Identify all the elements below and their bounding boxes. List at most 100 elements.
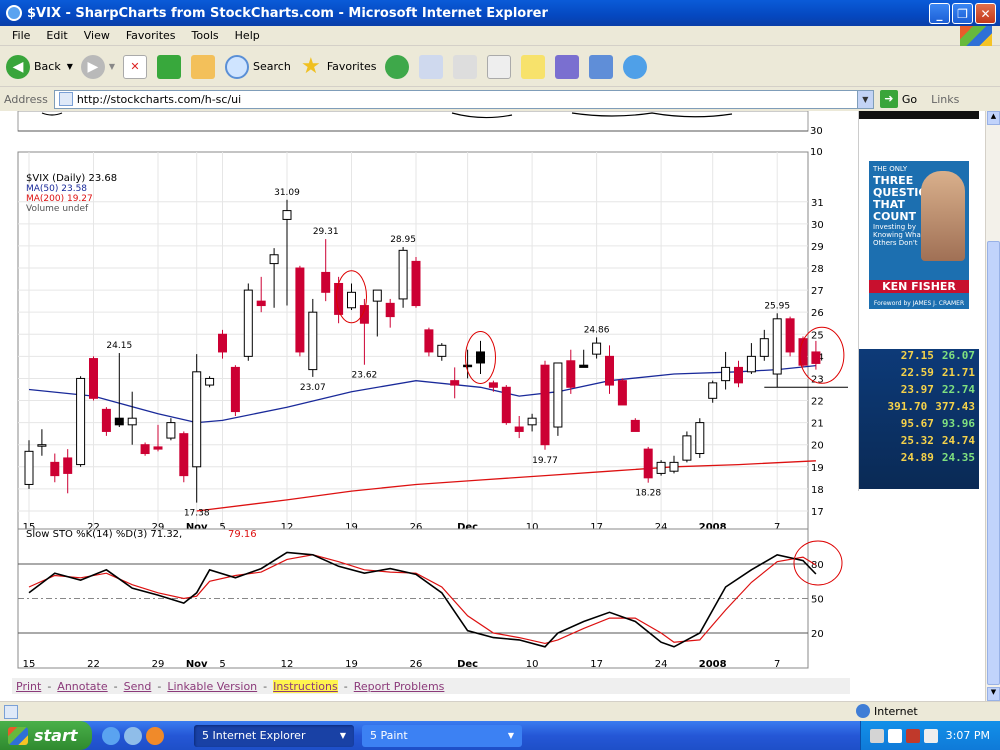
candle-body xyxy=(746,355,756,373)
price-value-label: 19.77 xyxy=(532,456,558,466)
tray-app-icon[interactable] xyxy=(905,728,920,743)
instructions-link[interactable]: Instructions xyxy=(273,679,338,693)
vertical-scrollbar[interactable]: ▲ ▼ xyxy=(985,111,1000,701)
price-tick-label: 23 xyxy=(811,374,824,385)
price-panel-frame xyxy=(17,151,809,533)
annotate-link[interactable]: Annotate xyxy=(57,680,107,693)
system-tray: 3:07 PM xyxy=(860,721,1000,750)
forward-arrow-icon: ▶ xyxy=(80,54,105,79)
candle-body xyxy=(437,344,447,357)
menu-view[interactable]: View xyxy=(76,29,118,42)
candle-body xyxy=(630,419,640,432)
stoch-d-value: 79.16 xyxy=(228,529,257,540)
menu-help[interactable]: Help xyxy=(227,29,268,42)
back-dropdown-icon[interactable]: ▼ xyxy=(67,62,73,71)
refresh-icon[interactable] xyxy=(157,54,182,79)
book-ad[interactable]: THE ONLY THREE QUESTIONS THAT COUNT Inve… xyxy=(869,161,969,309)
address-input[interactable]: http://stockcharts.com/h-sc/ui ▼ xyxy=(53,89,874,109)
candle-body xyxy=(811,351,821,364)
legend-ma50: MA(50) 23.58 xyxy=(26,184,87,194)
ticker-value: 24.74 xyxy=(941,434,975,447)
scroll-down-icon[interactable]: ▼ xyxy=(987,687,1000,701)
page-icon xyxy=(58,92,73,106)
candle-body xyxy=(669,461,679,472)
candle-body xyxy=(295,267,305,353)
tray-app-icon[interactable] xyxy=(887,728,902,743)
status-bar: Internet xyxy=(0,701,1000,721)
scroll-thumb[interactable] xyxy=(987,241,1000,685)
maximize-button[interactable]: ❐ xyxy=(952,3,973,24)
quick-launch xyxy=(102,726,164,745)
messenger-icon[interactable] xyxy=(622,54,647,79)
price-tick-label: 27 xyxy=(811,286,824,297)
forward-button[interactable]: ▶ ▼ xyxy=(80,54,115,79)
media-quicklaunch-icon[interactable] xyxy=(146,726,164,745)
edit-icon[interactable] xyxy=(486,54,511,79)
scroll-up-icon[interactable]: ▲ xyxy=(987,111,1000,125)
address-label: Address xyxy=(4,92,48,106)
send-link[interactable]: Send xyxy=(124,680,152,693)
history-icon[interactable] xyxy=(384,54,409,79)
research-icon[interactable] xyxy=(554,54,579,79)
taskbar-ie-group[interactable]: 5 Internet Explorer ▼ xyxy=(194,724,354,747)
stoch-x-tick-label: Dec xyxy=(457,659,478,670)
clock: 3:07 PM xyxy=(945,729,990,742)
mail-icon[interactable] xyxy=(418,54,443,79)
taskbar-paint-group[interactable]: 5 Paint ▼ xyxy=(362,724,522,747)
ticker-row: 27.15 26.07 xyxy=(859,349,979,366)
desktop-quicklaunch-icon[interactable] xyxy=(124,726,142,745)
print-icon[interactable] xyxy=(452,54,477,79)
menu-bar: File Edit View Favorites Tools Help xyxy=(0,26,1000,46)
print-link[interactable]: Print xyxy=(16,680,41,693)
back-button[interactable]: ◀ Back ▼ xyxy=(6,54,73,79)
close-button[interactable]: ✕ xyxy=(975,3,996,24)
candle-body xyxy=(140,444,150,455)
menu-edit[interactable]: Edit xyxy=(38,29,75,42)
start-button[interactable]: start xyxy=(0,721,92,750)
status-page-icon xyxy=(4,704,18,719)
ticker-value: 391.70 xyxy=(887,400,928,413)
candle-body xyxy=(450,380,460,386)
stop-icon[interactable]: ✕ xyxy=(123,54,148,79)
tray-app-icon[interactable] xyxy=(923,728,938,743)
favorites-button[interactable]: ★ Favorites xyxy=(299,54,377,79)
menu-tools[interactable]: Tools xyxy=(184,29,227,42)
price-tick-label: 26 xyxy=(811,308,824,319)
price-tick-label: 18 xyxy=(811,485,824,496)
price-value-label: 24.15 xyxy=(106,341,132,351)
back-arrow-icon: ◀ xyxy=(6,54,30,79)
go-button[interactable]: ➜ Go xyxy=(879,90,917,108)
report-problems-link[interactable]: Report Problems xyxy=(354,680,445,693)
zone-label: Internet xyxy=(874,704,918,718)
ie-quicklaunch-icon[interactable] xyxy=(102,726,120,745)
linkable-version-link[interactable]: Linkable Version xyxy=(167,680,257,693)
candle-body xyxy=(501,386,511,424)
address-dropdown-icon[interactable]: ▼ xyxy=(856,90,873,108)
candle-body xyxy=(347,291,356,309)
home-icon[interactable] xyxy=(191,54,216,79)
candle-body xyxy=(63,457,73,474)
candle-body xyxy=(695,422,705,455)
media-icon[interactable] xyxy=(588,54,613,79)
chart-svg: 30 10 17 18 19 20 21 22 23 24 25 26 27 28 29 30 31 $VIX (… xyxy=(17,110,848,670)
price-tick-label: 29 xyxy=(811,242,824,253)
ticker-row: 23.97 22.74 xyxy=(859,383,979,400)
candle-body xyxy=(359,305,369,324)
candle-body xyxy=(540,364,550,446)
links-button[interactable]: Links xyxy=(931,93,959,106)
ticker-value: 22.74 xyxy=(941,383,975,396)
tray-app-icon[interactable] xyxy=(869,728,884,743)
menu-file[interactable]: File xyxy=(4,29,38,42)
minimize-button[interactable]: _ xyxy=(929,3,950,24)
stoch-x-tick-label: 12 xyxy=(281,659,294,670)
stoch-tick-label: 20 xyxy=(811,629,824,640)
search-button[interactable]: Search xyxy=(225,54,291,79)
forward-dropdown-icon[interactable]: ▼ xyxy=(109,62,115,71)
candle-body xyxy=(398,249,408,300)
notes-icon[interactable] xyxy=(520,54,545,79)
advertisement[interactable]: THE ONLY THREE QUESTIONS THAT COUNT Inve… xyxy=(858,111,979,491)
menu-favorites[interactable]: Favorites xyxy=(118,29,184,42)
price-tick-label: 25 xyxy=(811,330,824,341)
ticker-value: 93.96 xyxy=(941,417,975,430)
candle-body xyxy=(759,338,769,357)
